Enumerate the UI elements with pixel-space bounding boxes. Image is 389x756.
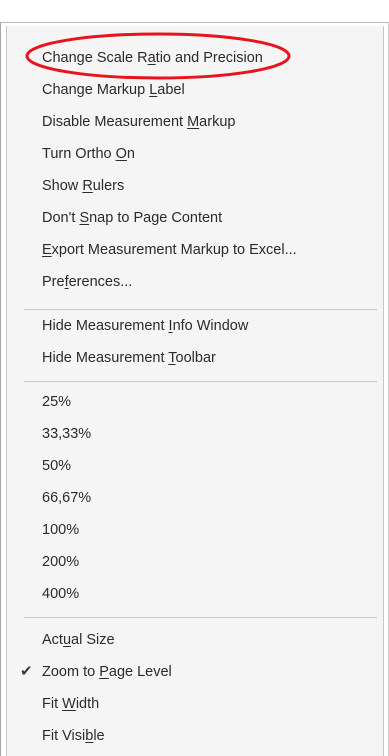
menu-item-change-markup-label[interactable]: Change Markup Label: [7, 74, 383, 106]
menu-item-zoom-66[interactable]: 66,67%: [7, 482, 383, 514]
menu-item-label: ulers: [92, 178, 125, 194]
menu-separator: [24, 381, 377, 382]
menu-item-turn-ortho-on[interactable]: Turn Ortho On: [7, 138, 383, 170]
menu-item-zoom-50[interactable]: 50%: [7, 450, 383, 482]
window-border-left: [0, 22, 1, 756]
menu-item-label: Hide Measurement: [42, 350, 169, 366]
menu-item-label: Don't: [42, 210, 80, 226]
check-icon: ✔: [20, 663, 33, 680]
menu-item-change-scale-ratio[interactable]: Change Scale Ratio and Precision: [7, 42, 383, 74]
window-top-strip: [0, 0, 389, 23]
menu-item-fit-visible[interactable]: Fit Visible: [7, 720, 383, 752]
menu-item-export-to-excel[interactable]: Export Measurement Markup to Excel...: [7, 234, 383, 266]
menu-item-label: Fit: [42, 696, 63, 712]
menu-item-dont-snap[interactable]: Don't Snap to Page Content: [7, 202, 383, 234]
menu-item-zoom-200[interactable]: 200%: [7, 546, 383, 578]
menu-item-show-rulers[interactable]: Show Rulers: [7, 170, 383, 202]
context-menu: Change Scale Ratio and Precision Change …: [6, 26, 384, 756]
menu-item-label: nfo Window: [172, 318, 249, 334]
menu-item-accelerator: u: [62, 632, 72, 648]
menu-item-label: age Level: [108, 664, 172, 680]
menu-item-accelerator: E: [42, 242, 52, 258]
menu-item-label: tio and Precision: [155, 50, 263, 66]
menu-item-label: Fit Visi: [42, 728, 86, 744]
menu-separator: [24, 617, 377, 618]
menu-item-hide-toolbar[interactable]: Hide Measurement Toolbar: [7, 342, 383, 374]
menu-item-accelerator: S: [79, 210, 90, 226]
menu-item-label: Disable Measurement: [42, 114, 188, 130]
menu-item-label: n: [126, 146, 135, 162]
menu-item-label: erences...: [68, 274, 133, 290]
menu-item-accelerator: a: [147, 50, 156, 66]
menu-item-label: le: [93, 728, 105, 744]
context-menu-screenshot: Change Scale Ratio and Precision Change …: [0, 0, 389, 756]
menu-item-actual-size[interactable]: Actual Size: [7, 624, 383, 656]
menu-item-zoom-400[interactable]: 400%: [7, 578, 383, 610]
menu-item-label: xport Measurement Markup to Excel...: [51, 242, 297, 258]
menu-item-label: Zoom to: [42, 664, 100, 680]
menu-item-hide-info-window[interactable]: Hide Measurement Info Window: [7, 310, 383, 342]
menu-item-label: Turn Ortho: [42, 146, 116, 162]
menu-item-label: arkup: [199, 114, 236, 130]
menu-item-disable-measurement-markup[interactable]: Disable Measurement Markup: [7, 106, 383, 138]
menu-item-accelerator: R: [82, 178, 93, 194]
menu-item-zoom-33[interactable]: 33,33%: [7, 418, 383, 450]
menu-item-accelerator: P: [99, 664, 109, 680]
menu-item-label: Pre: [42, 274, 65, 290]
menu-item-fit-width[interactable]: Fit Width: [7, 688, 383, 720]
menu-item-label: Change Markup: [42, 82, 150, 98]
menu-item-preferences[interactable]: Preferences...: [7, 266, 383, 298]
menu-item-accelerator: O: [115, 146, 127, 162]
menu-item-accelerator: M: [187, 114, 200, 130]
menu-item-label: al Size: [71, 632, 115, 648]
menu-item-accelerator: T: [168, 350, 176, 366]
menu-item-label: Change Scale R: [42, 50, 148, 66]
menu-item-zoom-to-page-level[interactable]: ✔ Zoom to Page Level: [7, 656, 383, 688]
menu-item-label: oolbar: [175, 350, 216, 366]
menu-item-zoom-100[interactable]: 100%: [7, 514, 383, 546]
menu-item-zoom-25[interactable]: 25%: [7, 386, 383, 418]
menu-item-label: Act: [42, 632, 63, 648]
menu-item-accelerator: W: [62, 696, 76, 712]
menu-item-label: abel: [157, 82, 185, 98]
menu-item-label: Show: [42, 178, 83, 194]
menu-item-label: idth: [75, 696, 100, 712]
menu-item-label: Hide Measurement: [42, 318, 169, 334]
menu-item-label: nap to Page Content: [89, 210, 223, 226]
